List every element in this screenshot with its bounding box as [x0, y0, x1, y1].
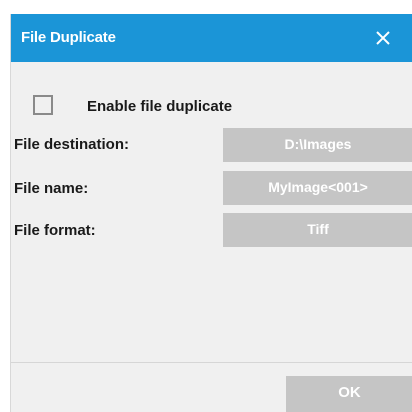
- dialog-titlebar: File Duplicate: [11, 14, 412, 62]
- file-destination-label: File destination:: [14, 136, 130, 153]
- footer-divider: [11, 362, 412, 363]
- ok-button[interactable]: OK: [286, 376, 412, 412]
- close-icon: [376, 31, 390, 45]
- close-button[interactable]: [365, 20, 401, 56]
- file-name-label: File name:: [14, 180, 89, 197]
- file-format-label: File format:: [14, 222, 96, 239]
- dialog-title: File Duplicate: [21, 29, 116, 46]
- enable-file-duplicate-checkbox[interactable]: [33, 95, 53, 115]
- file-duplicate-dialog: File Duplicate Enable file duplicate Fil…: [10, 14, 412, 412]
- file-destination-button[interactable]: D:\Images: [223, 128, 412, 162]
- enable-file-duplicate-label: Enable file duplicate: [87, 98, 233, 115]
- file-format-button[interactable]: Tiff: [223, 213, 412, 247]
- file-name-button[interactable]: MyImage<001>: [223, 171, 412, 205]
